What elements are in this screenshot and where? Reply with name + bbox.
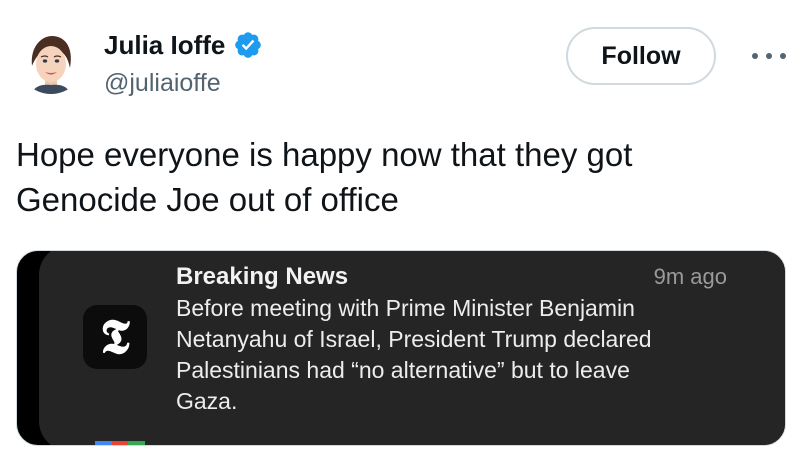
nyt-logo-icon: 𝕿	[83, 305, 147, 369]
notification-time: 9m ago	[653, 264, 727, 289]
author-name-row[interactable]: Julia Ioffe	[104, 30, 263, 60]
tweet-text: Hope everyone is happy now that they got…	[16, 136, 633, 218]
follow-button[interactable]: Follow	[566, 27, 716, 85]
news-notification: 𝕿 Breaking News 9m ago Before meeting wi…	[39, 251, 785, 445]
notification-body: Before meeting with Prime Minister Benja…	[176, 295, 652, 414]
avatar[interactable]	[18, 28, 84, 94]
more-options-icon[interactable]	[752, 46, 786, 66]
more-dot	[780, 53, 786, 59]
tweet-media-image[interactable]: 𝕿 Breaking News 9m ago Before meeting wi…	[16, 250, 786, 446]
cropped-icon-strip	[95, 441, 146, 445]
notification-title: Breaking News	[176, 263, 349, 290]
author-display-name[interactable]: Julia Ioffe	[104, 30, 225, 60]
avatar-illustration	[18, 28, 84, 94]
more-dot	[766, 53, 772, 59]
more-dot	[752, 53, 758, 59]
author-handle[interactable]: @juliaioffe	[104, 68, 221, 98]
verified-badge-icon	[233, 30, 263, 60]
